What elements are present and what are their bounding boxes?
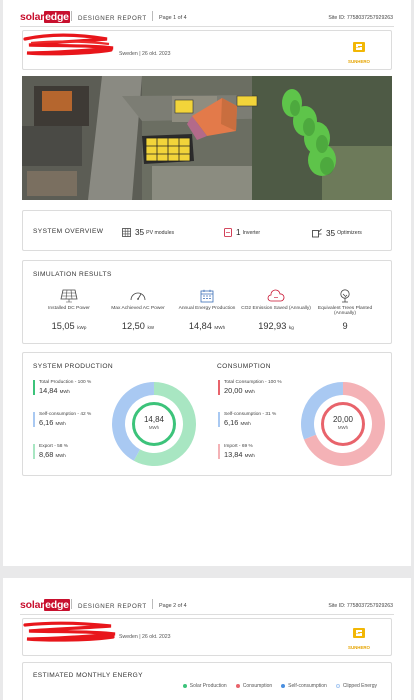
consumption-center-value: 20,00 [332,415,354,424]
consumption-donut: 20,00 MWh [300,381,386,467]
sunhero-logo: SUNHERO [347,40,371,64]
import-legend: Import - 69 % 13,84 MWh [218,444,255,459]
consumption-title: CONSUMPTION [217,363,271,370]
self-consumption-production-legend: Self-consumption - 42 % 6,16 MWh [33,412,91,427]
system-overview-title: SYSTEM OVERVIEW [33,228,104,235]
report-title: DESIGNER REPORT [78,15,147,22]
system-overview-card: SYSTEM OVERVIEW 35 PV modules 1 Inverter 3… [22,210,392,251]
total-production-legend: Total Production - 100 % 14,84 MWh [33,380,91,395]
legend-self-consumption: Self-consumption [281,683,327,689]
solaredge-logo: solaredge [20,599,70,611]
aerial-view-illustration [22,76,392,200]
report-header: solaredge DESIGNER REPORT Page 2 of 4 Si… [3,598,411,614]
inverter-count: 1 Inverter [224,228,260,237]
cloud-co2-icon [267,289,285,302]
total-consumption-legend: Total Consumption - 100 % 20,00 MWh [218,380,282,395]
sunhero-mark-icon [353,42,365,52]
simulation-results-card: SIMULATION RESULTS Installed DC Power 15… [22,260,392,344]
pv-modules-count: 35 PV modules [122,228,174,237]
inverter-icon [224,228,232,237]
solar-panel-icon [60,289,78,303]
page-number: Page 2 of 4 [159,603,187,609]
report-title: DESIGNER REPORT [78,603,147,610]
tree-icon [340,289,350,303]
monthly-energy-legend: Solar Production Consumption Self-consum… [174,683,377,689]
metric-trees-planted: Equivalent Trees Planted (Annually) 9 [310,289,380,331]
production-center-value: 14,84 [143,415,165,424]
consumption-center-unit: MWh [337,425,349,430]
redaction-scribble [23,621,116,642]
site-id: Site ID: 7758037257929263 [328,603,393,609]
site-info-card: Sweden | 26 okt. 2023 SUNHERO [22,618,392,656]
site-info-card: Sweden | 26 okt. 2023 SUNHERO [22,30,392,70]
production-consumption-card: SYSTEM PRODUCTION CONSUMPTION Total Prod… [22,352,392,476]
export-legend: Export - 58 % 8,68 MWh [33,444,68,459]
legend-consumption: Consumption [235,683,272,689]
monthly-energy-card: ESTIMATED MONTHLY ENERGY Solar Productio… [22,662,392,700]
aerial-roof-image [22,76,392,200]
metric-annual-energy: Annual Energy Production 14,84 MWh [172,289,242,331]
page-number: Page 1 of 4 [159,15,187,21]
report-page-1: solaredge DESIGNER REPORT Page 1 of 4 Si… [3,0,411,566]
site-info-text: Sweden | 26 okt. 2023 [119,634,171,640]
metric-co2-saved: CO2 Emission Saved (Annually) 192,93 kg [241,289,311,331]
sunhero-logo: SUNHERO [347,626,371,650]
legend-clipped-energy: Clipped Energy [335,683,377,689]
production-center-unit: MWh [148,425,160,430]
gauge-icon [130,292,146,301]
system-production-title: SYSTEM PRODUCTION [33,363,114,370]
site-info-text: Sweden | 26 okt. 2023 [119,51,171,57]
production-donut-chart [112,382,197,466]
metric-installed-dc-power: Installed DC Power 15,05 kWp [34,289,104,331]
calendar-icon [200,289,214,303]
report-page-2: solaredge DESIGNER REPORT Page 2 of 4 Si… [3,578,411,700]
sunhero-mark-icon [353,628,365,638]
monthly-energy-title: ESTIMATED MONTHLY ENERGY [33,672,143,679]
simulation-results-title: SIMULATION RESULTS [33,271,112,278]
site-id: Site ID: 7758037257929263 [328,15,393,21]
report-header: solaredge DESIGNER REPORT Page 1 of 4 Si… [3,10,411,26]
self-consumption-consumption-legend: Self-consumption - 31 % 6,16 MWh [218,412,276,427]
legend-solar-production: Solar Production [182,683,227,689]
consumption-donut-chart [301,382,386,466]
production-donut: 14,84 MWh [111,381,197,467]
redaction-scribble [23,33,114,56]
metric-max-ac-power: Max Achieved AC Power 12,50 kW [103,289,173,331]
solaredge-logo: solaredge [20,11,70,23]
optimizer-icon [312,228,322,238]
solar-panel-icon [122,228,131,237]
optimizers-count: 35 Optimizers [312,228,362,238]
